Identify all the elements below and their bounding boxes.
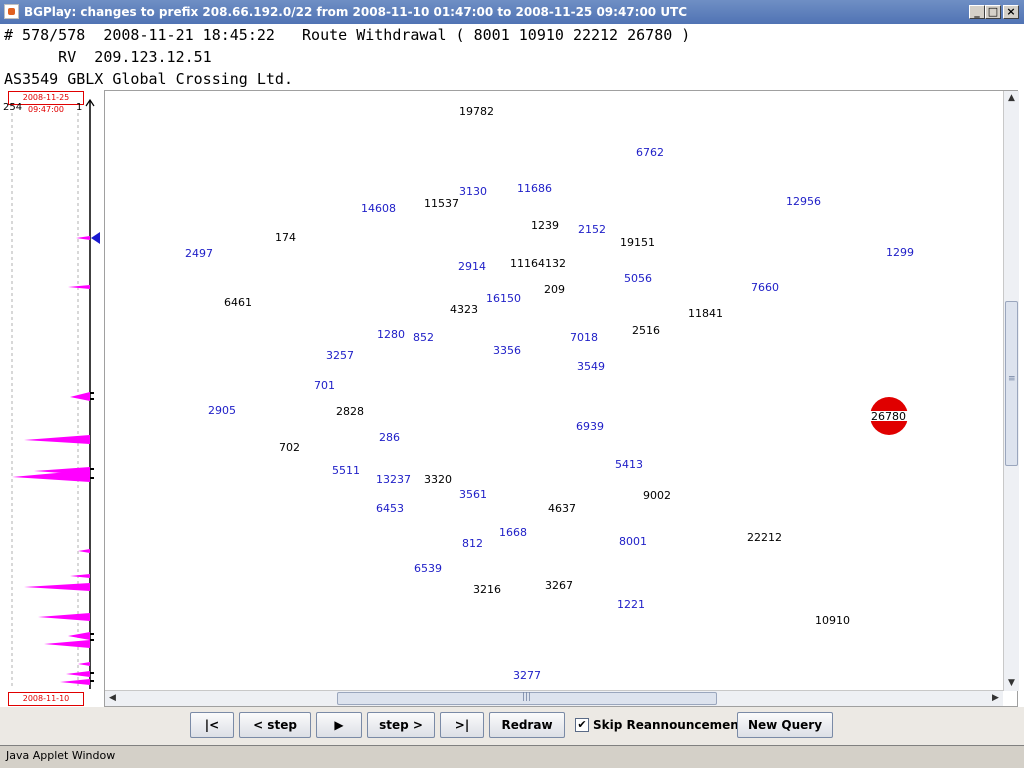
as-graph-panel[interactable]: 19782 6762 3130 11686 14608 11537 12956 … [104, 90, 1018, 707]
applet-window: BGPlay: changes to prefix 208.66.192.0/2… [0, 0, 1024, 768]
skip-reannouncements-label: Skip Reannouncements [593, 718, 752, 732]
as-node[interactable]: 11841 [688, 307, 723, 320]
timeline-cursor-icon [91, 232, 100, 244]
as-node[interactable]: 3257 [326, 349, 354, 362]
control-toolbar: |< < step ▶ step > >| Redraw ✔ Skip Reann… [0, 707, 1024, 745]
as-node[interactable]: 1668 [499, 526, 527, 539]
as-node[interactable]: 812 [462, 537, 483, 550]
route-collector-line: RV 209.123.12.51 [4, 48, 212, 66]
origin-node-label[interactable]: 26780 [871, 410, 906, 423]
as-node[interactable]: 4637 [548, 502, 576, 515]
as-node[interactable]: 11686 [517, 182, 552, 195]
as-node[interactable]: 19151 [620, 236, 655, 249]
as-node[interactable]: 5511 [332, 464, 360, 477]
scroll-down-icon[interactable]: ▼ [1004, 676, 1019, 691]
as-info-line: AS3549 GBLX Global Crossing Ltd. [4, 70, 293, 88]
vertical-scrollbar[interactable]: ▲ ≡ ▼ [1003, 91, 1019, 691]
as-node[interactable]: 1280 [377, 328, 405, 341]
skip-reannouncements-toggle[interactable]: ✔ Skip Reannouncements [575, 712, 752, 738]
first-event-button[interactable]: |< [190, 712, 234, 738]
as-node[interactable]: 22212 [747, 531, 782, 544]
as-node[interactable]: 2905 [208, 404, 236, 417]
as-node[interactable]: 209 [544, 283, 565, 296]
as-node[interactable]: 14608 [361, 202, 396, 215]
title-bar: BGPlay: changes to prefix 208.66.192.0/2… [0, 0, 1024, 24]
as-node[interactable]: 2828 [336, 405, 364, 418]
as-node[interactable]: 852 [413, 331, 434, 344]
as-node[interactable]: 2152 [578, 223, 606, 236]
grip-icon: ||| [522, 692, 532, 702]
timeline-panel[interactable]: 2008-11-25 09:47:00 254 1 2008-11-10 [3, 89, 100, 715]
maximize-button[interactable]: □ [985, 5, 1001, 19]
as-node[interactable]: 8001 [619, 535, 647, 548]
as-node[interactable]: 3130 [459, 185, 487, 198]
prev-step-button[interactable]: < step [239, 712, 311, 738]
as-node[interactable]: 16150 [486, 292, 521, 305]
as-node[interactable]: 1299 [886, 246, 914, 259]
as-node[interactable]: 11537 [424, 197, 459, 210]
as-node[interactable]: 701 [314, 379, 335, 392]
as-node[interactable]: 3561 [459, 488, 487, 501]
last-event-button[interactable]: >| [440, 712, 484, 738]
as-node[interactable]: 6939 [576, 420, 604, 433]
new-query-button[interactable]: New Query [737, 712, 833, 738]
as-node[interactable]: 1221 [617, 598, 645, 611]
timeline-spikes [12, 236, 90, 685]
status-bar: Java Applet Window [0, 745, 1024, 768]
as-node[interactable]: 13237 [376, 473, 411, 486]
scroll-right-icon[interactable]: ▶ [988, 691, 1003, 706]
as-node[interactable]: 3549 [577, 360, 605, 373]
next-step-button[interactable]: step > [367, 712, 435, 738]
as-node[interactable]: 286 [379, 431, 400, 444]
as-node[interactable]: 7018 [570, 331, 598, 344]
as-node[interactable]: 2516 [632, 324, 660, 337]
skip-reannouncements-checkbox[interactable]: ✔ [575, 717, 589, 732]
as-node[interactable]: 3267 [545, 579, 573, 592]
as-node[interactable]: 3277 [513, 669, 541, 682]
scroll-left-icon[interactable]: ◀ [105, 691, 120, 706]
as-node[interactable]: 3320 [424, 473, 452, 486]
play-button[interactable]: ▶ [316, 712, 362, 738]
as-node[interactable]: 6453 [376, 502, 404, 515]
window-title: BGPlay: changes to prefix 208.66.192.0/2… [24, 5, 688, 19]
minimize-button[interactable]: _ [969, 5, 985, 19]
vertical-scroll-thumb[interactable]: ≡ [1005, 301, 1018, 466]
status-text: Java Applet Window [6, 749, 116, 762]
horizontal-scroll-thumb[interactable]: ||| [337, 692, 717, 705]
close-button[interactable]: × [1003, 5, 1019, 19]
horizontal-scrollbar[interactable]: ◀ ||| ▶ [105, 690, 1003, 706]
as-node[interactable]: 5413 [615, 458, 643, 471]
as-node[interactable]: 7660 [751, 281, 779, 294]
event-info-line: # 578/578 2008-11-21 18:45:22 Route With… [4, 26, 691, 44]
as-node[interactable]: 19782 [459, 105, 494, 118]
grip-icon: ≡ [1008, 374, 1016, 384]
redraw-button[interactable]: Redraw [489, 712, 565, 738]
as-node[interactable]: 174 [275, 231, 296, 244]
as-node[interactable]: 132 [545, 257, 566, 270]
as-node[interactable]: 12956 [786, 195, 821, 208]
as-node[interactable]: 1239 [531, 219, 559, 232]
as-node[interactable]: 702 [279, 441, 300, 454]
as-node[interactable]: 2497 [185, 247, 213, 260]
as-node[interactable]: 4323 [450, 303, 478, 316]
as-node[interactable]: 3216 [473, 583, 501, 596]
timeline-chart[interactable] [4, 89, 100, 705]
as-node[interactable]: 5056 [624, 272, 652, 285]
as-node[interactable]: 3356 [493, 344, 521, 357]
scroll-up-icon[interactable]: ▲ [1004, 91, 1019, 106]
as-node[interactable]: 9002 [643, 489, 671, 502]
as-node[interactable]: 10910 [815, 614, 850, 627]
timeline-start-date: 2008-11-10 01:47:00 [8, 692, 84, 715]
as-node[interactable]: 11164 [510, 257, 545, 270]
as-node[interactable]: 6461 [224, 296, 252, 309]
as-node[interactable]: 6539 [414, 562, 442, 575]
java-app-icon [4, 4, 19, 19]
as-node[interactable]: 6762 [636, 146, 664, 159]
as-node[interactable]: 2914 [458, 260, 486, 273]
